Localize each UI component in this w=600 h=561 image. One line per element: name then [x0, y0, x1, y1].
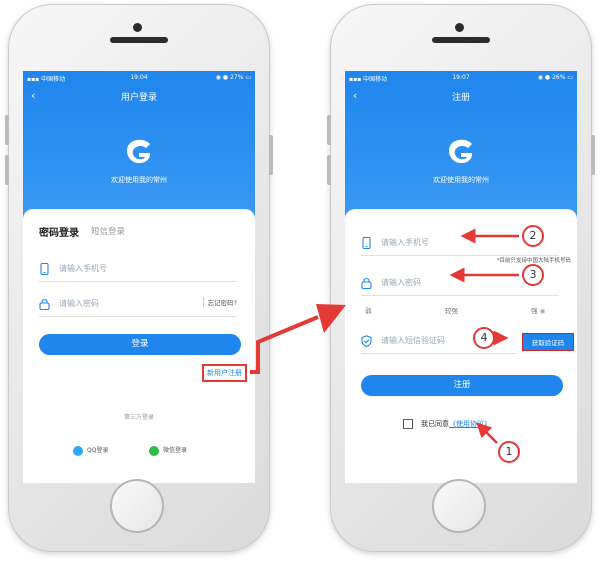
- big-arrow-shaft: [250, 315, 319, 374]
- callout-2: 2: [522, 225, 544, 247]
- callout-1: 1: [498, 441, 520, 463]
- callout-4: 4: [473, 327, 495, 349]
- callout-3: 3: [522, 264, 544, 286]
- callout-1-arrow: [476, 422, 498, 444]
- big-arrow-head: [316, 304, 346, 333]
- annotation-overlay: [250, 228, 519, 444]
